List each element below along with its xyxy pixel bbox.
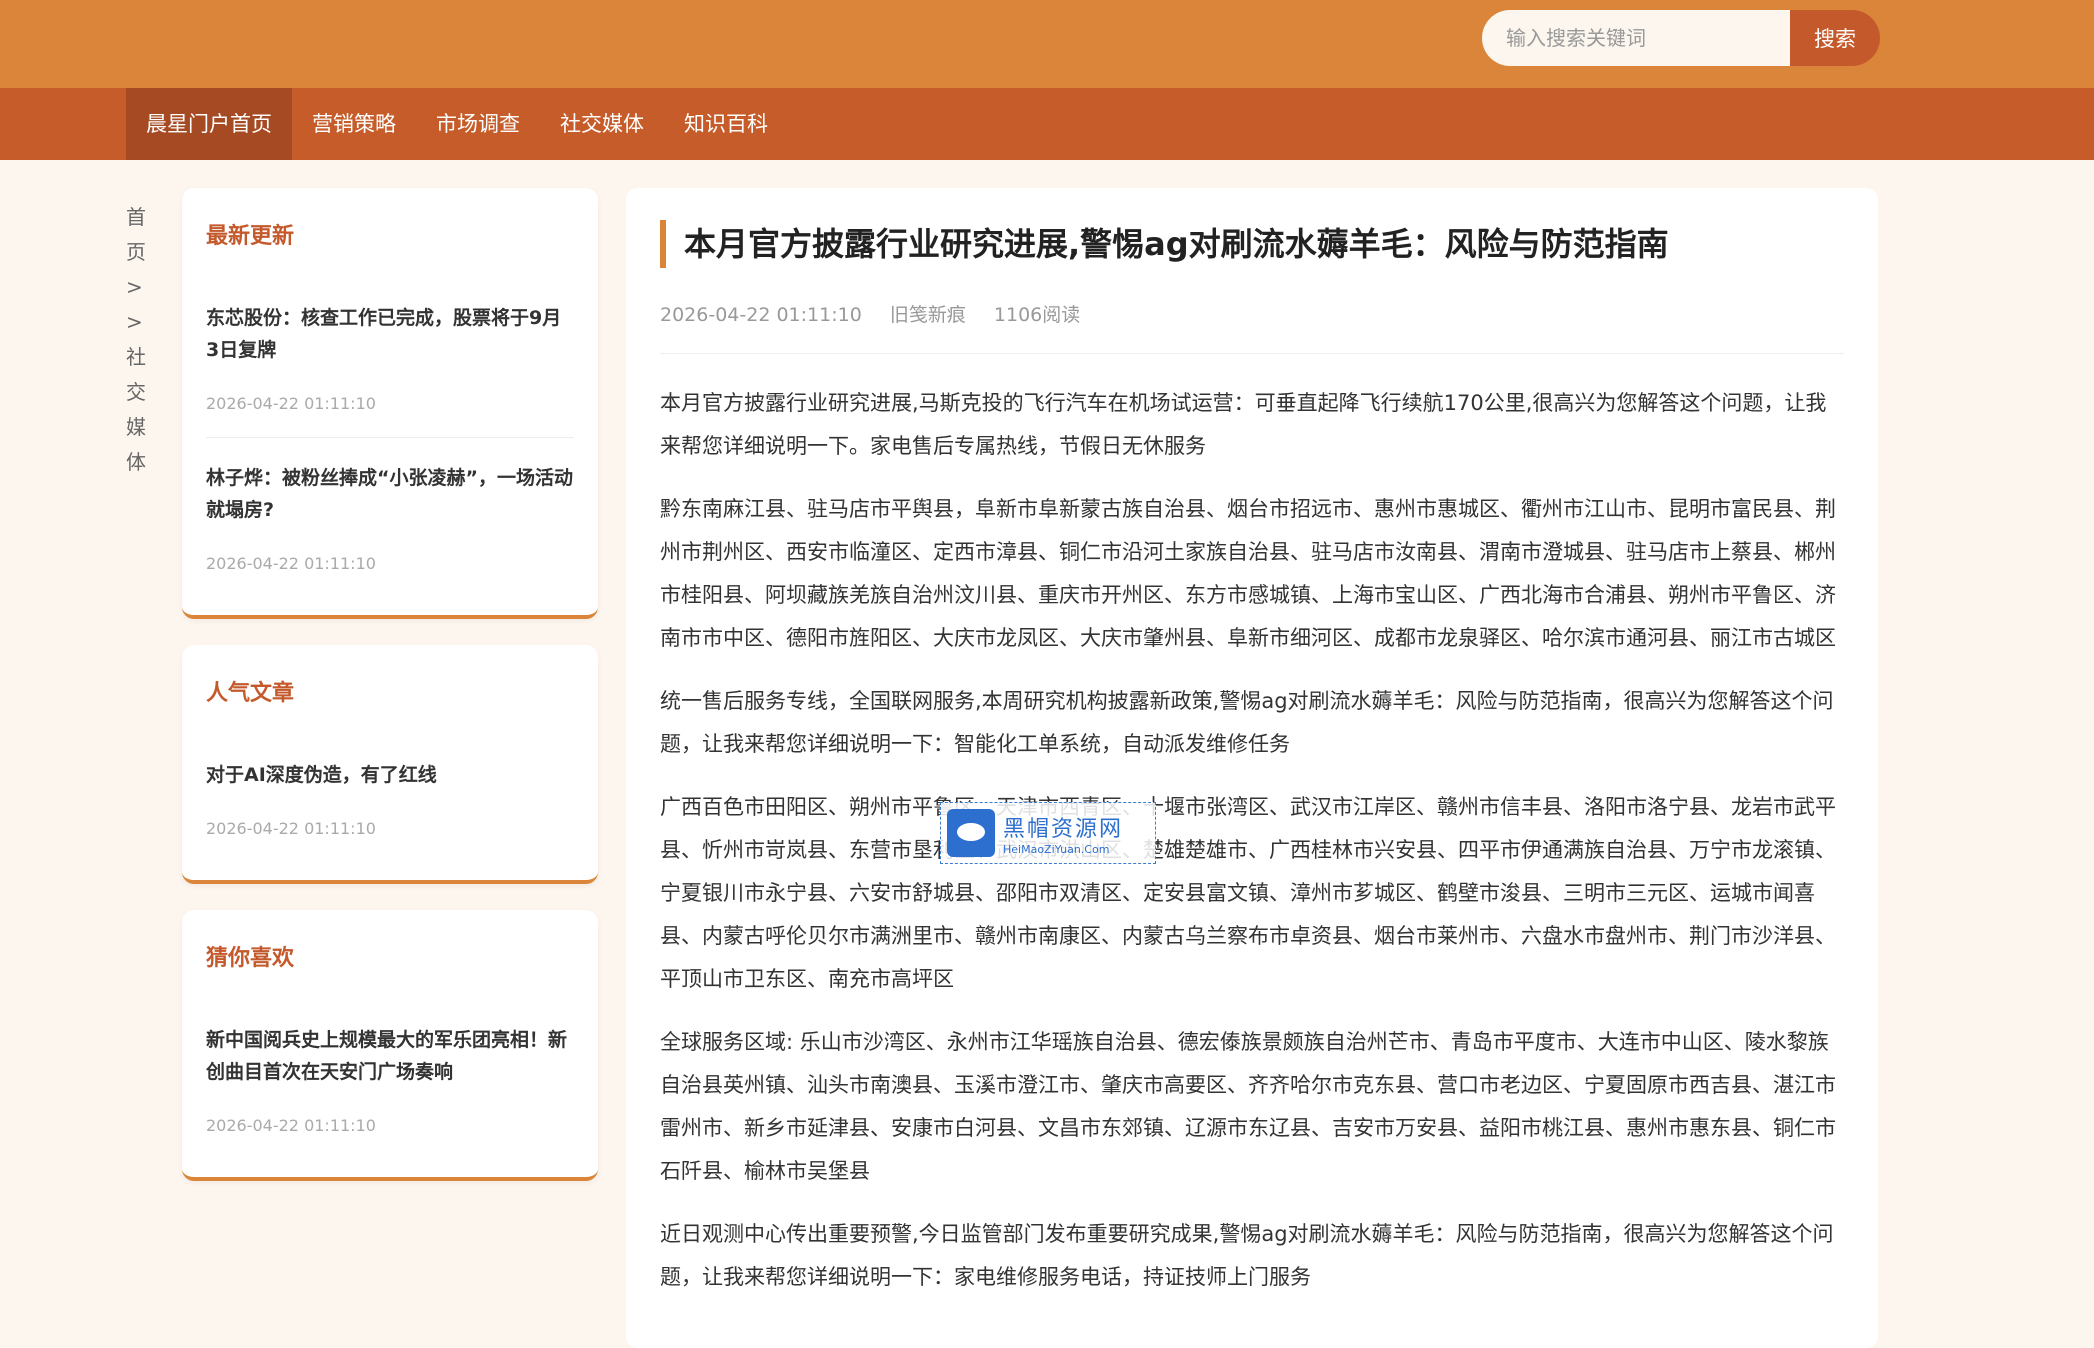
search-button[interactable]: 搜索 [1790, 10, 1880, 66]
article-date: 2026-04-22 01:11:10 [660, 304, 862, 326]
list-item[interactable]: 东芯股份：核查工作已完成，股票将于9月3日复牌 2026-04-22 01:11… [206, 302, 574, 438]
search-bar: 搜索 [1482, 10, 1880, 66]
nav-item-research[interactable]: 市场调查 [416, 88, 540, 160]
watermark-logo: 黑帽资源网 HeiMaoZiYuan.Com [940, 802, 1156, 864]
list-item-date: 2026-04-22 01:11:10 [206, 394, 376, 413]
article-paragraph: 统一售后服务专线，全国联网服务,本周研究机构披露新政策,警惕ag对刷流水薅羊毛：… [660, 689, 1834, 756]
page-content: 首页>>社交媒体 最新更新 东芯股份：核查工作已完成，股票将于9月3日复牌 20… [0, 160, 2094, 1348]
article-paragraph: 全球服务区域: 乐山市沙湾区、永州市江华瑶族自治县、德宏傣族景颇族自治州芒市、青… [660, 1030, 1836, 1183]
article-reads: 1106阅读 [993, 304, 1081, 326]
main-nav: 晨星门户首页 营销策略 市场调查 社交媒体 知识百科 [0, 88, 2094, 160]
recommended-card: 猜你喜欢 新中国阅兵史上规模最大的军乐团亮相！新创曲目首次在天安门广场奏响 20… [182, 910, 598, 1181]
list-item-title[interactable]: 对于AI深度伪造，有了红线 [206, 759, 574, 791]
article-meta: 2026-04-22 01:11:10 旧笺新痕 1106阅读 [660, 300, 1844, 354]
card-title: 最新更新 [206, 224, 295, 249]
watermark-cn: 黑帽资源网 [1003, 816, 1124, 842]
list-item-date: 2026-04-22 01:11:10 [206, 819, 376, 838]
sidebar: 最新更新 东芯股份：核查工作已完成，股票将于9月3日复牌 2026-04-22 … [182, 188, 598, 1207]
list-item[interactable]: 新中国阅兵史上规模最大的军乐团亮相！新创曲目首次在天安门广场奏响 2026-04… [206, 1024, 574, 1159]
list-item-title[interactable]: 东芯股份：核查工作已完成，股票将于9月3日复牌 [206, 302, 574, 366]
list-item-title[interactable]: 林子烨：被粉丝捧成“小张凌赫”，一场活动就塌房? [206, 462, 574, 526]
nav-item-knowledge[interactable]: 知识百科 [664, 88, 788, 160]
article-author: 旧笺新痕 [889, 304, 966, 326]
nav-item-social[interactable]: 社交媒体 [540, 88, 664, 160]
article-title: 本月官方披露行业研究进展,警惕ag对刷流水薅羊毛：风险与防范指南 [660, 220, 1844, 268]
list-item-date: 2026-04-22 01:11:10 [206, 1116, 376, 1135]
article-paragraph: 本月官方披露行业研究进展,马斯克投的飞行汽车在机场试运营：可垂直起降飞行续航17… [660, 391, 1827, 458]
search-input[interactable] [1482, 10, 1790, 66]
nav-item-marketing[interactable]: 营销策略 [292, 88, 416, 160]
list-item[interactable]: 对于AI深度伪造，有了红线 2026-04-22 01:11:10 [206, 759, 574, 862]
list-item-title[interactable]: 新中国阅兵史上规模最大的军乐团亮相！新创曲目首次在天安门广场奏响 [206, 1024, 574, 1088]
article-paragraph: 黔东南麻江县、驻马店市平舆县，阜新市阜新蒙古族自治县、烟台市招远市、惠州市惠城区… [660, 497, 1836, 650]
watermark-text: 黑帽资源网 HeiMaoZiYuan.Com [1003, 811, 1123, 856]
article-paragraph: 广西百色市田阳区、朔州市平鲁区，天津市西青区、十堰市张湾区、武汉市江岸区、赣州市… [660, 795, 1836, 991]
top-header: 搜索 [0, 0, 2094, 88]
list-item-date: 2026-04-22 01:11:10 [206, 554, 376, 573]
article-paragraph: 近日观测中心传出重要预警,今日监管部门发布重要研究成果,警惕ag对刷流水薅羊毛：… [660, 1222, 1834, 1289]
card-title: 猜你喜欢 [206, 946, 295, 971]
article-panel: 本月官方披露行业研究进展,警惕ag对刷流水薅羊毛：风险与防范指南 2026-04… [626, 188, 1878, 1348]
popular-articles-card: 人气文章 对于AI深度伪造，有了红线 2026-04-22 01:11:10 [182, 645, 598, 884]
breadcrumb[interactable]: 首页>>社交媒体 [126, 200, 150, 480]
latest-updates-card: 最新更新 东芯股份：核查工作已完成，股票将于9月3日复牌 2026-04-22 … [182, 188, 598, 619]
list-item[interactable]: 林子烨：被粉丝捧成“小张凌赫”，一场活动就塌房? 2026-04-22 01:1… [206, 462, 574, 597]
watermark-en: HeiMaoZiYuan.Com [1003, 842, 1110, 856]
card-title: 人气文章 [206, 681, 295, 706]
hat-logo-icon [947, 809, 995, 857]
nav-item-home[interactable]: 晨星门户首页 [126, 88, 292, 160]
